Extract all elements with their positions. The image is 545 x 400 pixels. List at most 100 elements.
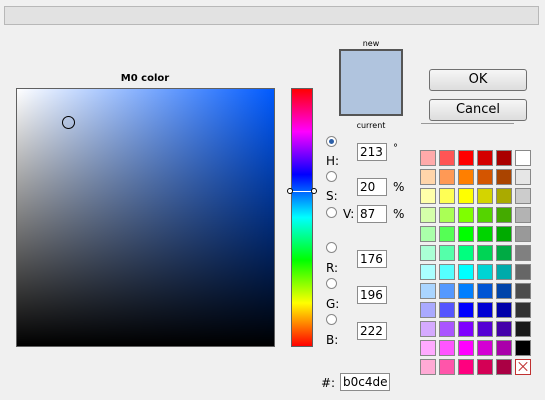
color-swatch[interactable] xyxy=(439,321,455,337)
color-swatch[interactable] xyxy=(515,340,531,356)
color-swatch[interactable] xyxy=(420,340,436,356)
color-swatch[interactable] xyxy=(420,169,436,185)
color-swatch[interactable] xyxy=(515,150,531,166)
hex-label: #: xyxy=(321,376,336,390)
color-swatch[interactable] xyxy=(420,302,436,318)
color-swatch[interactable] xyxy=(515,226,531,242)
cancel-button[interactable]: Cancel xyxy=(429,99,527,121)
color-swatch[interactable] xyxy=(458,226,474,242)
color-swatch[interactable] xyxy=(496,340,512,356)
color-swatch[interactable] xyxy=(458,245,474,261)
color-swatch[interactable] xyxy=(477,340,493,356)
color-swatch[interactable] xyxy=(515,245,531,261)
color-swatch[interactable] xyxy=(439,245,455,261)
color-swatch[interactable] xyxy=(515,207,531,223)
v-field[interactable]: 87 xyxy=(357,205,387,223)
color-swatch[interactable] xyxy=(458,359,474,375)
radio-v[interactable] xyxy=(326,207,337,218)
hue-strip[interactable] xyxy=(291,88,313,347)
color-swatch[interactable] xyxy=(420,321,436,337)
saturation-value-square[interactable] xyxy=(16,88,275,347)
color-swatch[interactable] xyxy=(439,340,455,356)
color-swatch[interactable] xyxy=(515,188,531,204)
color-swatch[interactable] xyxy=(477,207,493,223)
hue-marker[interactable] xyxy=(287,188,317,196)
color-swatch[interactable] xyxy=(515,169,531,185)
color-swatch[interactable] xyxy=(477,283,493,299)
percent-unit: % xyxy=(393,180,405,194)
color-swatch[interactable] xyxy=(439,264,455,280)
color-swatch[interactable] xyxy=(477,245,493,261)
separator xyxy=(421,123,514,124)
color-swatch[interactable] xyxy=(458,283,474,299)
r-field[interactable]: 176 xyxy=(357,250,387,268)
color-swatch[interactable] xyxy=(496,150,512,166)
radio-r[interactable] xyxy=(326,242,337,253)
color-swatch[interactable] xyxy=(496,264,512,280)
color-swatch[interactable] xyxy=(458,340,474,356)
color-swatch[interactable] xyxy=(439,226,455,242)
b-field[interactable]: 222 xyxy=(357,322,387,340)
color-swatch[interactable] xyxy=(439,359,455,375)
color-swatch[interactable] xyxy=(458,188,474,204)
color-swatch[interactable] xyxy=(420,359,436,375)
radio-h[interactable] xyxy=(326,136,337,147)
color-swatch[interactable] xyxy=(477,169,493,185)
color-swatch[interactable] xyxy=(420,188,436,204)
color-swatch[interactable] xyxy=(458,150,474,166)
color-swatch[interactable] xyxy=(496,188,512,204)
radio-b[interactable] xyxy=(326,314,337,325)
color-swatch[interactable] xyxy=(420,245,436,261)
color-swatch[interactable] xyxy=(496,359,512,375)
color-swatch[interactable] xyxy=(496,283,512,299)
color-swatch[interactable] xyxy=(477,302,493,318)
color-swatch[interactable] xyxy=(420,207,436,223)
g-label: G: xyxy=(326,297,340,311)
g-field[interactable]: 196 xyxy=(357,286,387,304)
color-swatch[interactable] xyxy=(496,302,512,318)
color-swatch[interactable] xyxy=(477,321,493,337)
color-swatch[interactable] xyxy=(496,245,512,261)
color-swatch[interactable] xyxy=(439,150,455,166)
top-bar xyxy=(4,6,539,25)
color-swatch[interactable] xyxy=(496,226,512,242)
s-field[interactable]: 20 xyxy=(357,178,387,196)
color-swatch[interactable] xyxy=(477,226,493,242)
radio-g[interactable] xyxy=(326,278,337,289)
color-swatch[interactable] xyxy=(477,264,493,280)
color-swatch[interactable] xyxy=(439,188,455,204)
color-swatch[interactable] xyxy=(477,359,493,375)
color-swatch[interactable] xyxy=(496,169,512,185)
color-swatch[interactable] xyxy=(439,207,455,223)
color-preview xyxy=(339,49,403,116)
color-swatch[interactable] xyxy=(458,302,474,318)
sv-cursor[interactable] xyxy=(62,116,75,129)
ok-button[interactable]: OK xyxy=(429,69,527,91)
color-swatch[interactable] xyxy=(515,321,531,337)
color-swatch[interactable] xyxy=(458,169,474,185)
color-swatch[interactable] xyxy=(458,264,474,280)
color-swatch[interactable] xyxy=(439,169,455,185)
color-swatch[interactable] xyxy=(496,321,512,337)
color-swatch[interactable] xyxy=(515,302,531,318)
color-swatch[interactable] xyxy=(439,283,455,299)
current-color-label: current xyxy=(356,121,386,130)
color-swatch[interactable] xyxy=(420,150,436,166)
color-swatch[interactable] xyxy=(477,150,493,166)
color-swatch[interactable] xyxy=(420,283,436,299)
r-label: R: xyxy=(326,261,339,275)
color-swatch[interactable] xyxy=(439,302,455,318)
clear-color-swatch[interactable] xyxy=(515,359,531,375)
hex-field[interactable]: b0c4de xyxy=(340,373,390,391)
color-swatch[interactable] xyxy=(458,321,474,337)
color-swatch[interactable] xyxy=(496,207,512,223)
color-swatch[interactable] xyxy=(458,207,474,223)
radio-s[interactable] xyxy=(326,171,337,182)
h-field[interactable]: 213 xyxy=(357,143,387,161)
color-swatch[interactable] xyxy=(420,264,436,280)
color-swatch[interactable] xyxy=(515,264,531,280)
color-swatch[interactable] xyxy=(420,226,436,242)
degree-unit: ° xyxy=(393,143,398,154)
color-swatch[interactable] xyxy=(477,188,493,204)
color-swatch[interactable] xyxy=(515,283,531,299)
